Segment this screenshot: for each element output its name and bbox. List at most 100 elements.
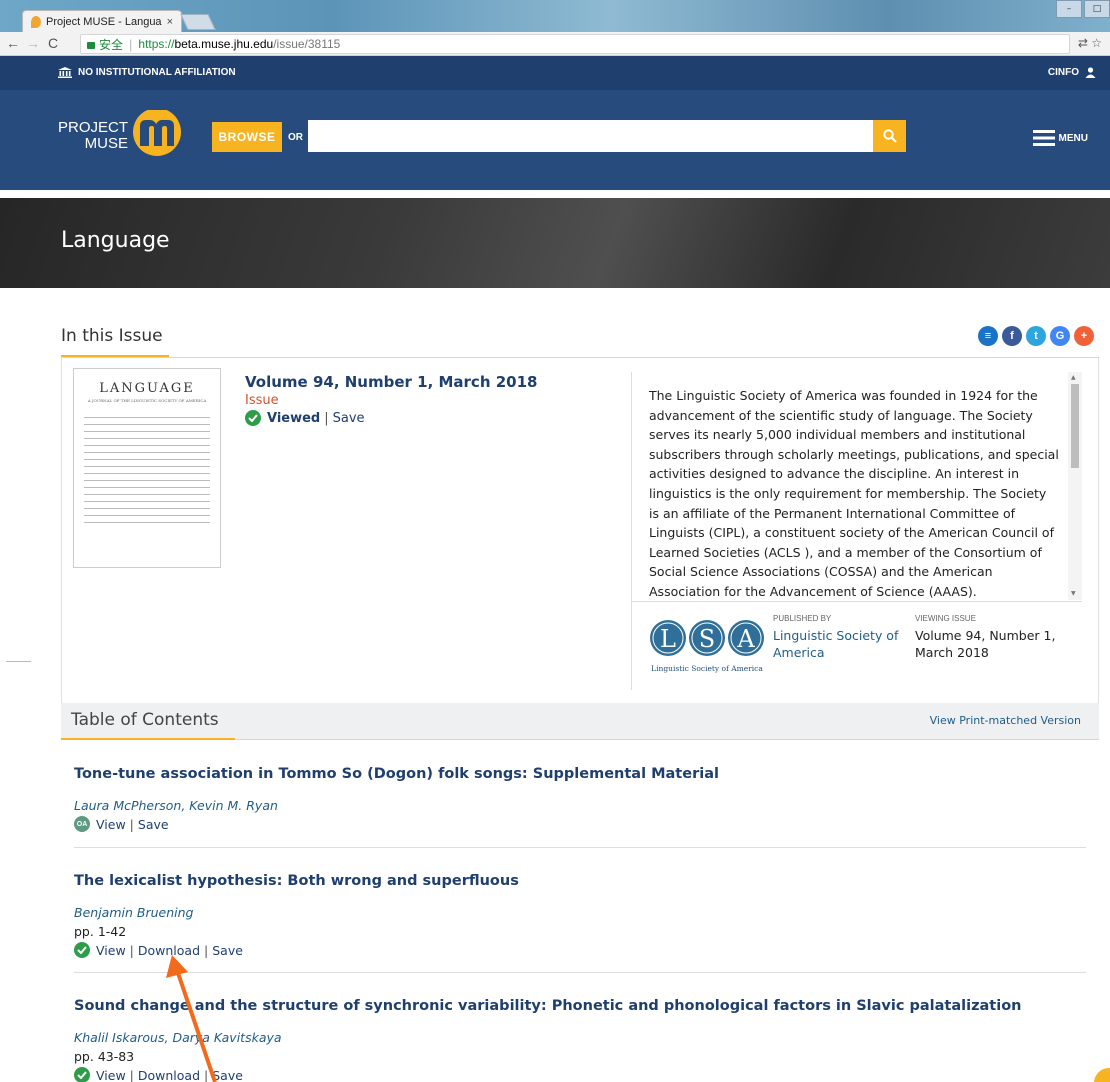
save-link[interactable]: Save bbox=[212, 1068, 243, 1082]
favicon-icon bbox=[31, 15, 41, 28]
url-protocol: https:// bbox=[138, 37, 175, 51]
view-link[interactable]: View bbox=[96, 817, 126, 832]
publisher-divider bbox=[632, 601, 1082, 602]
browser-tab[interactable]: Project MUSE - Langua × bbox=[22, 10, 182, 32]
svg-text:L: L bbox=[660, 625, 676, 653]
minimize-icon[interactable]: – bbox=[1056, 0, 1082, 18]
maximize-icon[interactable]: □ bbox=[1084, 0, 1110, 18]
secure-label: 安全 bbox=[99, 37, 124, 52]
reload-icon[interactable]: C bbox=[48, 35, 58, 51]
browse-button[interactable]: BROWSE bbox=[212, 122, 282, 152]
search-input[interactable] bbox=[308, 120, 873, 152]
publisher-label: PUBLISHED BY bbox=[773, 614, 832, 623]
viewing-issue-label: VIEWING ISSUE bbox=[915, 614, 976, 623]
site-header: PROJECT MUSE BROWSE OR MENU bbox=[0, 90, 1110, 190]
back-icon[interactable]: ← bbox=[6, 35, 20, 51]
muse-logo-icon[interactable] bbox=[126, 110, 188, 160]
search-icon bbox=[882, 129, 897, 143]
journal-title[interactable]: Language bbox=[61, 228, 170, 253]
download-link[interactable]: Download bbox=[138, 1068, 200, 1082]
article-title-link[interactable]: The lexicalist hypothesis: Both wrong an… bbox=[74, 873, 1086, 889]
lock-icon bbox=[87, 41, 95, 49]
plus-icon[interactable]: + bbox=[1074, 326, 1094, 346]
toc-title: Table of Contents bbox=[71, 710, 219, 730]
save-link[interactable]: Save bbox=[212, 943, 243, 958]
user-name: CINFO bbox=[1047, 67, 1079, 78]
search-button[interactable] bbox=[873, 120, 906, 152]
article-title-link[interactable]: Sound change and the structure of synchr… bbox=[74, 998, 1086, 1014]
volume-title: Volume 94, Number 1, March 2018 bbox=[245, 373, 538, 391]
issue-actions: Viewed | Save bbox=[245, 410, 365, 426]
browser-tab-strip: Project MUSE - Langua × – □ bbox=[0, 0, 1110, 32]
issue-description: The Linguistic Society of America was fo… bbox=[649, 388, 1059, 599]
institution-icon bbox=[58, 67, 72, 78]
article-authors[interactable]: Benjamin Bruening bbox=[74, 905, 1086, 920]
list-icon[interactable]: ≡ bbox=[978, 326, 998, 346]
url-separator: | bbox=[129, 36, 133, 52]
url-path: /issue/38115 bbox=[273, 37, 341, 51]
viewed-check-icon bbox=[74, 942, 90, 958]
article-authors[interactable]: Khalil Iskarous, Darya Kavitskaya bbox=[74, 1030, 1086, 1045]
view-link[interactable]: View bbox=[96, 1068, 126, 1082]
download-link[interactable]: Download bbox=[138, 943, 200, 958]
scroll-up-icon[interactable]: ▲ bbox=[1071, 374, 1076, 381]
publisher-link[interactable]: Linguistic Society of America bbox=[773, 627, 903, 661]
toc-header: Table of Contents View Print-matched Ver… bbox=[61, 703, 1099, 740]
viewed-check-icon bbox=[245, 410, 261, 426]
article-title-link[interactable]: Tone-tune association in Tommo So (Dogon… bbox=[74, 766, 1086, 782]
site-logo-text[interactable]: PROJECT MUSE bbox=[58, 120, 128, 152]
view-link[interactable]: View bbox=[96, 943, 126, 958]
scroll-down-icon[interactable]: ▼ bbox=[1071, 590, 1076, 597]
scroll-thumb[interactable] bbox=[1071, 384, 1079, 468]
user-icon bbox=[1085, 67, 1096, 78]
viewed-label: Viewed bbox=[267, 410, 321, 426]
section-title: In this Issue bbox=[61, 326, 163, 346]
open-access-icon: OA bbox=[74, 816, 90, 832]
svg-text:A: A bbox=[736, 625, 755, 653]
facebook-icon[interactable]: f bbox=[1002, 326, 1022, 346]
url-field[interactable]: 安全 | https://beta.muse.jhu.edu/issue/381… bbox=[80, 34, 1070, 54]
window-controls: – □ bbox=[1056, 0, 1110, 18]
toc-item: Tone-tune association in Tommo So (Dogon… bbox=[74, 766, 1086, 832]
address-bar-row: ← → C 安全 | https://beta.muse.jhu.edu/iss… bbox=[0, 32, 1110, 56]
translate-and-bookmark-icons[interactable]: ⇄ ☆ bbox=[1078, 36, 1102, 50]
google-icon[interactable]: G bbox=[1050, 326, 1070, 346]
toc-divider bbox=[74, 847, 1086, 848]
article-pages: pp. 1-42 bbox=[74, 924, 127, 939]
lsa-logo-caption: Linguistic Society of America bbox=[651, 664, 763, 673]
cover-image[interactable]: LANGUAGE A JOURNAL OF THE LINGUISTIC SOC… bbox=[73, 368, 221, 568]
affiliation-label: NO INSTITUTIONAL AFFILIATION bbox=[78, 67, 236, 78]
twitter-icon[interactable]: t bbox=[1026, 326, 1046, 346]
help-badge-icon[interactable] bbox=[1094, 1068, 1110, 1082]
issue-save-link[interactable]: Save bbox=[333, 411, 365, 426]
forward-icon[interactable]: → bbox=[26, 35, 40, 51]
header-divider bbox=[0, 190, 1110, 198]
article-authors[interactable]: Laura McPherson, Kevin M. Ryan bbox=[74, 798, 1086, 813]
viewed-check-icon bbox=[74, 1067, 90, 1082]
toc-divider bbox=[74, 972, 1086, 973]
tab-close-icon[interactable]: × bbox=[167, 16, 173, 28]
share-icons: ≡ f t G + bbox=[978, 326, 1094, 346]
article-actions: View | Download | Save bbox=[74, 1067, 1086, 1082]
or-label: OR bbox=[288, 132, 303, 143]
issue-type: Issue bbox=[245, 393, 279, 408]
print-matched-link[interactable]: View Print-matched Version bbox=[930, 714, 1081, 727]
toc-underline bbox=[61, 738, 235, 740]
lsa-logo-icon[interactable]: L S A Linguistic Society of America bbox=[649, 614, 765, 676]
logo-line-2: MUSE bbox=[84, 135, 128, 152]
menu-label: MENU bbox=[1058, 132, 1088, 144]
menu-button[interactable]: MENU bbox=[1032, 130, 1088, 146]
affiliation[interactable]: NO INSTITUTIONAL AFFILIATION bbox=[58, 67, 236, 78]
tab-title: Project MUSE - Langua bbox=[46, 15, 162, 28]
left-edge-mark bbox=[6, 661, 31, 662]
save-link[interactable]: Save bbox=[138, 817, 169, 832]
hamburger-icon bbox=[1032, 130, 1055, 146]
user-menu[interactable]: CINFO bbox=[1048, 67, 1096, 78]
new-tab-button[interactable] bbox=[180, 14, 216, 30]
issue-vertical-divider bbox=[631, 372, 632, 690]
logo-line-1: PROJECT bbox=[58, 119, 129, 136]
url-host: beta.muse.jhu.edu bbox=[174, 37, 274, 51]
article-pages: pp. 43-83 bbox=[74, 1049, 135, 1064]
description-scrollbar[interactable]: ▲ ▼ bbox=[1068, 372, 1082, 600]
article-actions: View | Download | Save bbox=[74, 942, 1086, 958]
